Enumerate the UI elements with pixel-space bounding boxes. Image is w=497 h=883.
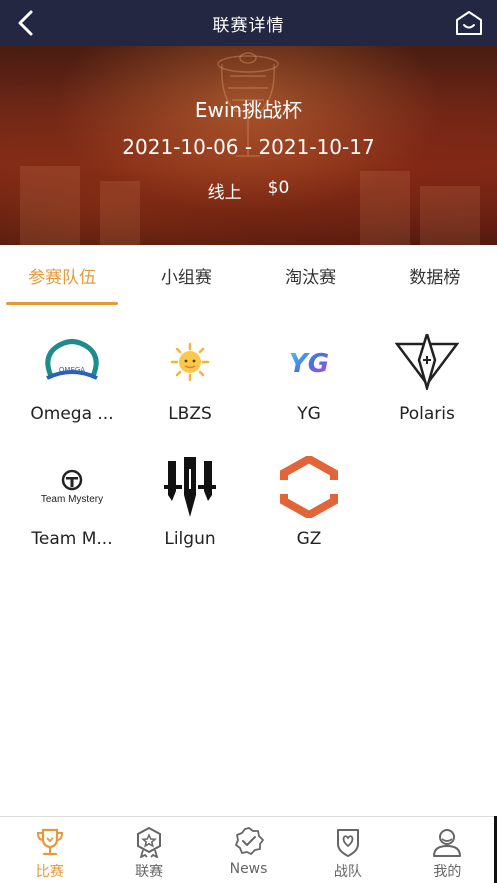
team-name: Omega ... xyxy=(30,404,114,424)
tab-knockout[interactable]: 淘汰赛 xyxy=(249,245,373,307)
nav-profile[interactable]: 我的 xyxy=(398,817,497,883)
tab-group-stage[interactable]: 小组赛 xyxy=(124,245,248,307)
home-button[interactable] xyxy=(453,8,485,38)
nav-label: 我的 xyxy=(433,864,462,880)
shield-icon xyxy=(331,825,365,859)
trophy-icon xyxy=(33,825,67,859)
top-bar: 联赛详情 xyxy=(0,0,497,46)
event-prize: $0 xyxy=(267,178,290,198)
nav-label: 比赛 xyxy=(35,864,64,880)
event-date-range: 2021-10-06 - 2021-10-17 xyxy=(122,135,375,159)
back-button[interactable] xyxy=(12,9,38,37)
team-name: YG xyxy=(297,404,321,424)
team-card-polaris[interactable]: Polaris xyxy=(367,330,487,440)
team-card-lilgun[interactable]: Lilgun xyxy=(130,455,250,565)
svg-text:OMEGA: OMEGA xyxy=(59,366,85,374)
team-name: Lilgun xyxy=(164,529,216,549)
chevron-left-icon xyxy=(18,10,33,36)
nav-matches[interactable]: 比赛 xyxy=(0,817,99,883)
bottom-navigation: 比赛 联赛 News 战队 我的 xyxy=(0,816,497,883)
svg-text:YG: YG xyxy=(289,349,329,379)
team-name: Team M... xyxy=(31,529,113,549)
user-icon xyxy=(430,825,464,859)
team-mystery-logo-text: Team Mystery xyxy=(40,494,104,505)
yg-logo: YG xyxy=(277,330,341,394)
tab-leaderboard[interactable]: 数据榜 xyxy=(373,245,497,307)
omega-logo: OMEGA xyxy=(40,330,104,394)
team-name: Polaris xyxy=(399,404,455,424)
sun-logo xyxy=(158,330,222,394)
team-name: GZ xyxy=(296,529,322,549)
team-card-team-mystery[interactable]: Team Mystery Team M... xyxy=(12,455,132,565)
event-name: Ewin挑战杯 xyxy=(194,98,303,122)
polaris-logo xyxy=(395,330,459,394)
tab-bar: 参赛队伍 小组赛 淘汰赛 数据榜 xyxy=(0,245,497,307)
active-tab-indicator xyxy=(6,302,119,305)
medal-icon xyxy=(132,825,166,859)
tab-label: 数据榜 xyxy=(409,268,461,288)
nav-leagues[interactable]: 联赛 xyxy=(99,817,198,883)
nav-label: News xyxy=(229,861,268,877)
nav-news[interactable]: News xyxy=(199,817,298,883)
team-card-lbzs[interactable]: LBZS xyxy=(130,330,250,440)
tab-label: 小组赛 xyxy=(160,268,212,288)
event-mode: 线上 xyxy=(207,183,242,203)
tab-teams[interactable]: 参赛队伍 xyxy=(0,245,124,307)
nav-teams[interactable]: 战队 xyxy=(298,817,397,883)
tab-label: 淘汰赛 xyxy=(285,268,337,288)
news-badge-icon xyxy=(232,825,266,859)
tab-label: 参赛队伍 xyxy=(28,268,97,288)
team-card-omega[interactable]: OMEGA Omega ... xyxy=(12,330,132,440)
event-meta: 线上 $0 xyxy=(0,178,497,203)
team-mystery-logo: Team Mystery xyxy=(40,455,104,519)
lilgun-logo xyxy=(158,455,222,519)
team-card-yg[interactable]: YG YG xyxy=(249,330,369,440)
nav-label: 战队 xyxy=(333,864,362,880)
page-title: 联赛详情 xyxy=(212,15,285,36)
team-name: LBZS xyxy=(168,404,212,424)
gz-logo xyxy=(277,455,341,519)
team-card-gz[interactable]: GZ xyxy=(249,455,369,565)
home-icon xyxy=(456,11,482,35)
event-banner: Ewin挑战杯 2021-10-06 - 2021-10-17 线上 $0 xyxy=(0,46,497,245)
nav-label: 联赛 xyxy=(135,864,164,880)
